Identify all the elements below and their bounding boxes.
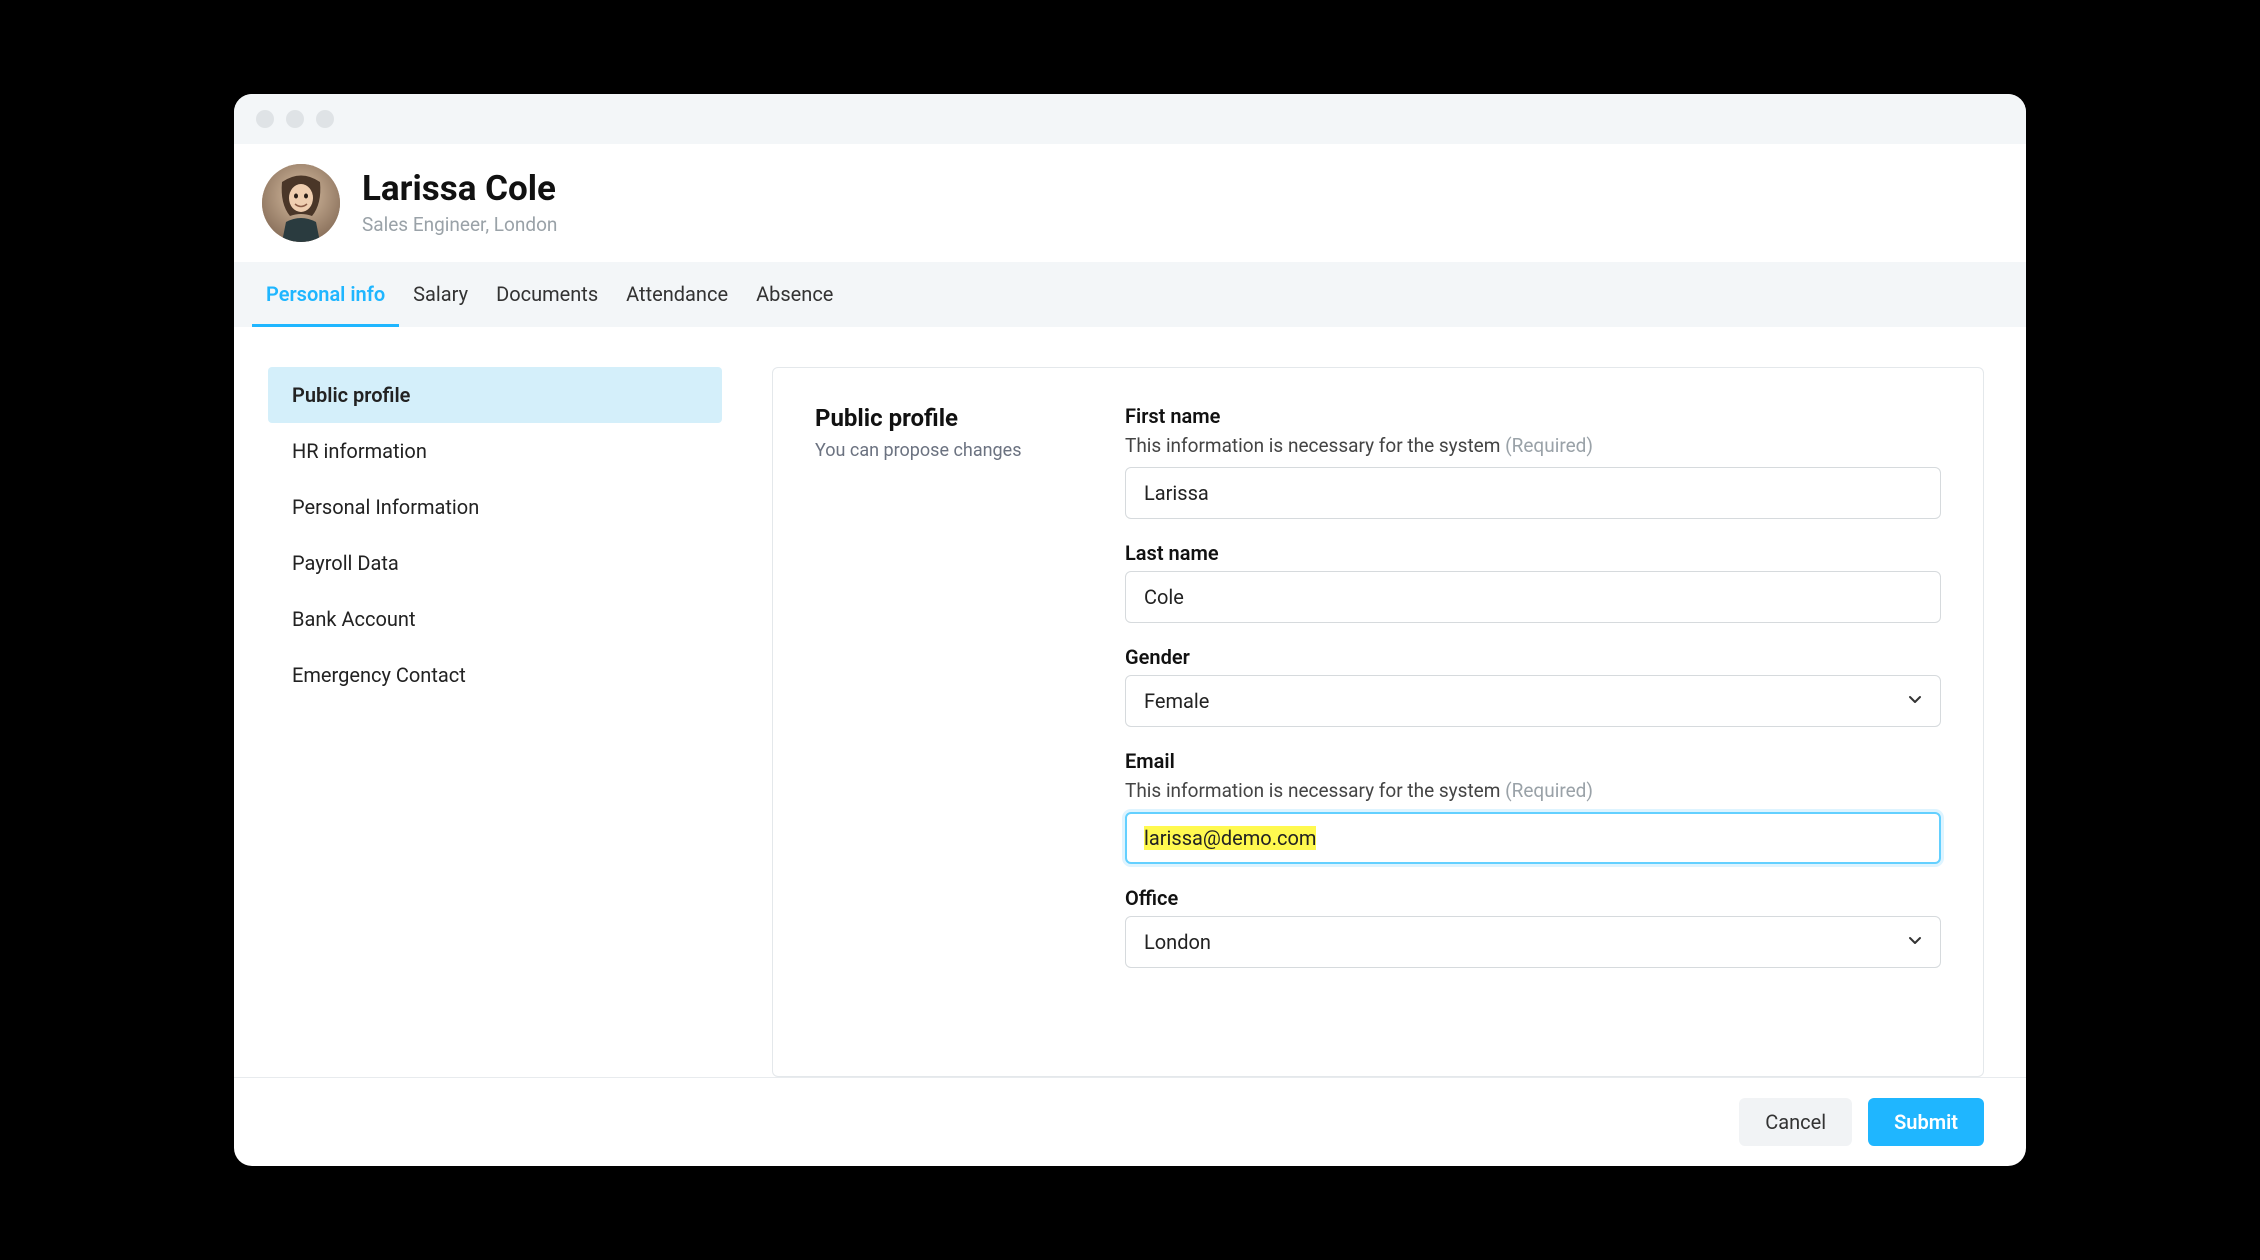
tab-documents[interactable]: Documents — [482, 262, 612, 327]
cancel-button[interactable]: Cancel — [1739, 1098, 1852, 1146]
app-window: Larissa Cole Sales Engineer, London Pers… — [234, 94, 2026, 1166]
last-name-input[interactable] — [1125, 571, 1941, 623]
field-email: Email This information is necessary for … — [1125, 749, 1941, 864]
tab-personal-info[interactable]: Personal info — [252, 262, 399, 327]
gender-select[interactable]: Female — [1125, 675, 1941, 727]
main-panel: Public profile You can propose changes F… — [772, 367, 1984, 1077]
profile-subtitle: Sales Engineer, London — [362, 213, 557, 236]
sidebar-item-public-profile[interactable]: Public profile — [268, 367, 722, 423]
submit-button[interactable]: Submit — [1868, 1098, 1984, 1146]
office-label: Office — [1125, 886, 1941, 910]
email-label: Email — [1125, 749, 1941, 773]
avatar — [262, 164, 340, 242]
sidebar: Public profile HR information Personal I… — [268, 367, 722, 1077]
tab-absence[interactable]: Absence — [742, 262, 847, 327]
first-name-hint: This information is necessary for the sy… — [1125, 434, 1941, 457]
window-titlebar — [234, 94, 2026, 144]
first-name-input[interactable] — [1125, 467, 1941, 519]
sidebar-item-payroll-data[interactable]: Payroll Data — [268, 535, 722, 591]
field-office: Office London — [1125, 886, 1941, 968]
content: Public profile HR information Personal I… — [234, 327, 2026, 1077]
email-input[interactable]: larissa@demo.com — [1125, 812, 1941, 864]
section-subtitle: You can propose changes — [815, 440, 1065, 461]
last-name-label: Last name — [1125, 541, 1941, 565]
gender-label: Gender — [1125, 645, 1941, 669]
sidebar-item-emergency-contact[interactable]: Emergency Contact — [268, 647, 722, 703]
profile-header-text: Larissa Cole Sales Engineer, London — [362, 170, 557, 236]
tab-attendance[interactable]: Attendance — [612, 262, 742, 327]
profile-name: Larissa Cole — [362, 170, 557, 209]
field-gender: Gender Female — [1125, 645, 1941, 727]
tab-salary[interactable]: Salary — [399, 262, 482, 327]
email-value-highlighted: larissa@demo.com — [1144, 826, 1316, 850]
form: First name This information is necessary… — [1125, 404, 1941, 1040]
field-first-name: First name This information is necessary… — [1125, 404, 1941, 519]
section-title: Public profile — [815, 404, 1065, 432]
field-last-name: Last name — [1125, 541, 1941, 623]
sidebar-item-hr-information[interactable]: HR information — [268, 423, 722, 479]
section-header: Public profile You can propose changes — [815, 404, 1065, 1040]
email-hint: This information is necessary for the sy… — [1125, 779, 1941, 802]
sidebar-item-bank-account[interactable]: Bank Account — [268, 591, 722, 647]
profile-header: Larissa Cole Sales Engineer, London — [234, 144, 2026, 262]
office-select[interactable]: London — [1125, 916, 1941, 968]
tabs: Personal info Salary Documents Attendanc… — [234, 262, 2026, 327]
first-name-label: First name — [1125, 404, 1941, 428]
window-control-close[interactable] — [256, 110, 274, 128]
sidebar-item-personal-information[interactable]: Personal Information — [268, 479, 722, 535]
window-control-minimize[interactable] — [286, 110, 304, 128]
window-control-maximize[interactable] — [316, 110, 334, 128]
footer: Cancel Submit — [234, 1077, 2026, 1166]
